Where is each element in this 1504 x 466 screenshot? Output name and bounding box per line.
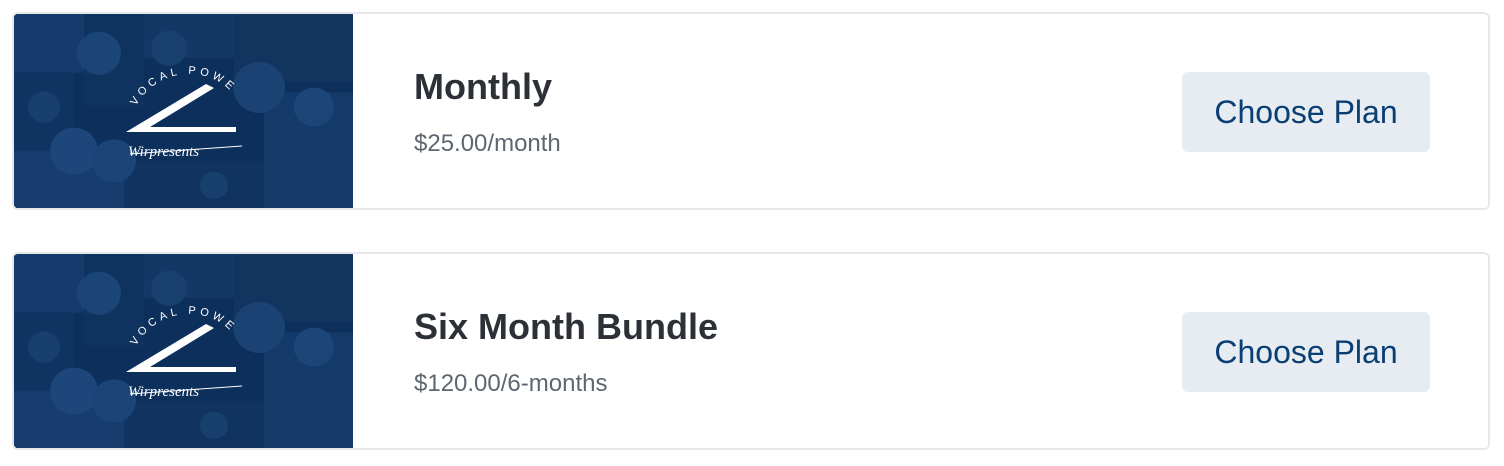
choose-plan-button[interactable]: Choose Plan xyxy=(1182,72,1430,152)
plan-card-monthly: VOCAL POWER Wirpresents Monthly $25.00/m… xyxy=(12,12,1490,210)
plan-title: Monthly xyxy=(414,66,552,107)
plan-thumbnail: VOCAL POWER Wirpresents xyxy=(14,14,353,208)
plan-price: $25.00/month xyxy=(414,130,561,157)
logo-arc-text: VOCAL POWER xyxy=(14,254,239,348)
plan-list: VOCAL POWER Wirpresents Monthly $25.00/m… xyxy=(0,0,1504,466)
choose-plan-button[interactable]: Choose Plan xyxy=(1182,312,1430,392)
logo-arc-text: VOCAL POWER xyxy=(14,14,239,108)
vocal-power-logo: VOCAL POWER Wirpresents xyxy=(14,254,243,400)
plan-price: $120.00/6-months xyxy=(414,370,608,397)
plan-card-six-month-bundle: VOCAL POWER Wirpresents Six Month Bundle… xyxy=(12,252,1490,450)
plan-title: Six Month Bundle xyxy=(414,306,718,347)
vocal-power-logo: VOCAL POWER Wirpresents xyxy=(14,14,243,160)
plan-thumbnail: VOCAL POWER Wirpresents xyxy=(14,254,353,448)
